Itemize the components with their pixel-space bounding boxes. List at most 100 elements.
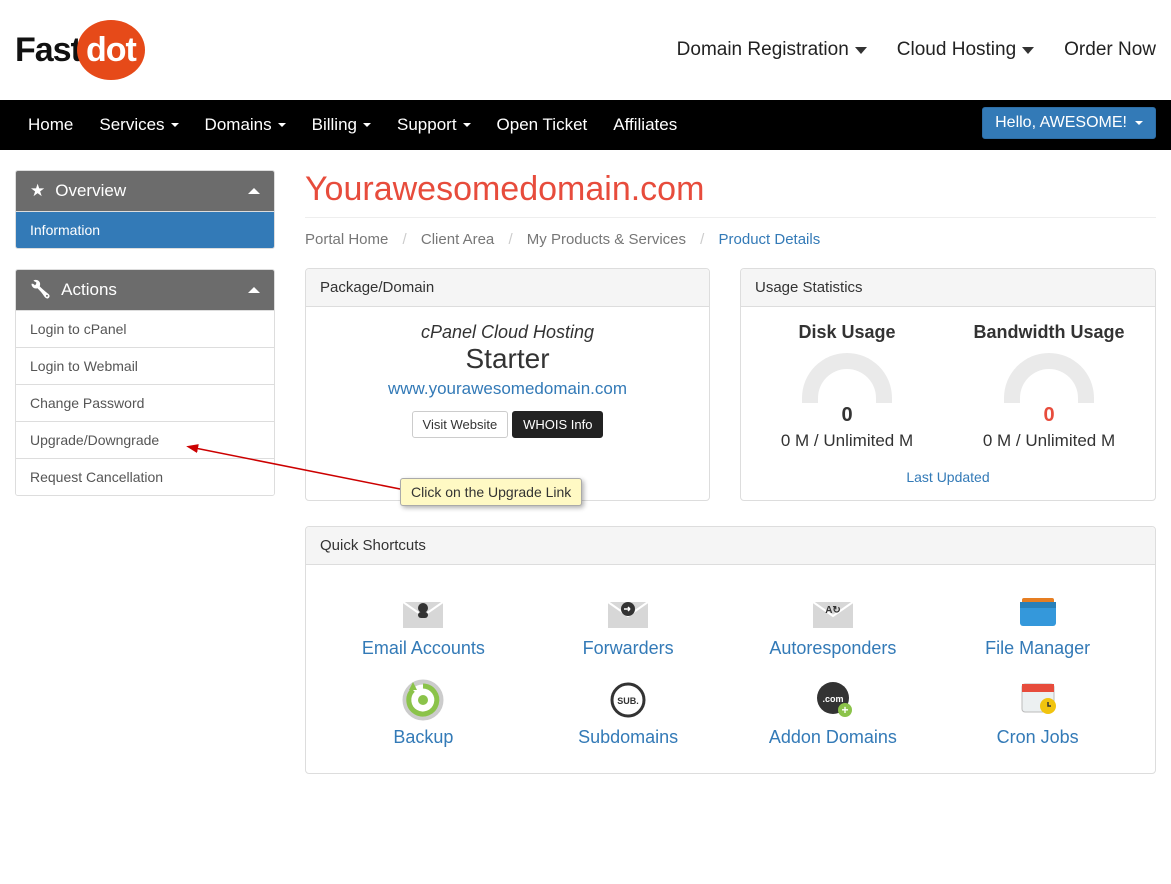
envelope-arrow-icon	[603, 590, 653, 632]
annotation-text: Click on the Upgrade Link	[411, 484, 571, 500]
actions-header[interactable]: Actions	[16, 270, 274, 310]
subdomain-icon: SUB.	[603, 679, 653, 721]
nav-billing[interactable]: Billing	[299, 100, 384, 150]
chevron-up-icon	[248, 188, 260, 194]
shortcuts-body: Email Accounts Forwarders A↻ Autorespond…	[306, 565, 1155, 773]
disk-gauge-icon: 0	[802, 353, 892, 403]
sidebar-item-change-password[interactable]: Change Password	[16, 384, 274, 421]
breadcrumb-portal-home[interactable]: Portal Home	[305, 231, 388, 248]
package-card-body: cPanel Cloud Hosting Starter www.yourawe…	[306, 307, 709, 453]
shortcut-label: Cron Jobs	[940, 727, 1135, 748]
user-greeting-label: Hello, AWESOME!	[995, 114, 1127, 132]
nav-billing-label: Billing	[312, 100, 357, 150]
nav-domains-label: Domains	[205, 100, 272, 150]
nav-domain-registration[interactable]: Domain Registration	[677, 39, 867, 61]
bandwidth-gauge-value: 0	[1020, 404, 1078, 427]
nav-open-ticket[interactable]: Open Ticket	[484, 100, 601, 150]
shortcut-label: Forwarders	[531, 638, 726, 659]
shortcut-forwarders[interactable]: Forwarders	[526, 580, 731, 669]
breadcrumb-separator: /	[508, 231, 512, 248]
package-name: Starter	[321, 343, 694, 375]
sidebar-item-upgrade-downgrade[interactable]: Upgrade/Downgrade	[16, 421, 274, 458]
shortcut-file-manager[interactable]: File Manager	[935, 580, 1140, 669]
usage-card-body: Disk Usage 0 0 M / Unlimited M Bandwidth…	[741, 307, 1155, 500]
main-navbar: Home Services Domains Billing Support Op…	[0, 100, 1171, 150]
logo-text-fast: Fast	[15, 31, 81, 70]
chevron-down-icon	[363, 123, 371, 127]
nav-cloud-hosting-label: Cloud Hosting	[897, 39, 1016, 61]
sidebar-item-request-cancellation[interactable]: Request Cancellation	[16, 458, 274, 495]
user-menu-button[interactable]: Hello, AWESOME!	[982, 107, 1156, 139]
svg-text:SUB.: SUB.	[617, 696, 639, 706]
sidebar-item-label: Login to cPanel	[30, 321, 127, 337]
sidebar-item-label: Request Cancellation	[30, 469, 163, 485]
top-nav: Domain Registration Cloud Hosting Order …	[677, 39, 1156, 61]
nav-support-label: Support	[397, 100, 457, 150]
shortcut-email-accounts[interactable]: Email Accounts	[321, 580, 526, 669]
chevron-down-icon	[1022, 47, 1034, 54]
shortcut-backup[interactable]: Backup	[321, 669, 526, 758]
disk-usage-text: 0 M / Unlimited M	[756, 431, 938, 451]
chevron-down-icon	[278, 123, 286, 127]
page-title: Yourawesomedomain.com	[305, 170, 1156, 218]
svg-text:.com: .com	[822, 694, 843, 704]
addon-domain-icon: .com+	[808, 679, 858, 721]
shortcut-label: Addon Domains	[736, 727, 931, 748]
shortcut-autoresponders[interactable]: A↻ Autoresponders	[731, 580, 936, 669]
chevron-down-icon	[463, 123, 471, 127]
content: Overview Information Actions Login to cP…	[0, 150, 1171, 794]
shortcuts-grid: Email Accounts Forwarders A↻ Autorespond…	[321, 580, 1140, 758]
shortcut-label: Subdomains	[531, 727, 726, 748]
sidebar-item-label: Change Password	[30, 395, 144, 411]
overview-panel: Overview Information	[15, 170, 275, 249]
last-updated-link[interactable]: Last Updated	[756, 469, 1140, 485]
disk-usage-col: Disk Usage 0 0 M / Unlimited M	[756, 322, 938, 451]
sidebar-item-login-webmail[interactable]: Login to Webmail	[16, 347, 274, 384]
bandwidth-usage-title: Bandwidth Usage	[958, 322, 1140, 343]
shortcut-label: Autoresponders	[736, 638, 931, 659]
wrench-icon	[30, 280, 51, 300]
backup-icon	[398, 679, 448, 721]
nav-cloud-hosting[interactable]: Cloud Hosting	[897, 39, 1034, 61]
actions-panel: Actions Login to cPanel Login to Webmail…	[15, 269, 275, 496]
shortcut-subdomains[interactable]: SUB. Subdomains	[526, 669, 731, 758]
nav-order-now[interactable]: Order Now	[1064, 39, 1156, 61]
breadcrumb-client-area[interactable]: Client Area	[421, 231, 494, 248]
breadcrumb-current: Product Details	[719, 231, 821, 248]
main-content: Yourawesomedomain.com Portal Home / Clie…	[305, 170, 1156, 774]
nav-affiliates-label: Affiliates	[613, 100, 677, 150]
breadcrumb-separator: /	[403, 231, 407, 248]
package-card-header: Package/Domain	[306, 269, 709, 307]
svg-text:A↻: A↻	[825, 605, 841, 616]
nav-domain-registration-label: Domain Registration	[677, 39, 849, 61]
disk-usage-title: Disk Usage	[756, 322, 938, 343]
shortcuts-header: Quick Shortcuts	[306, 527, 1155, 565]
sidebar-item-information[interactable]: Information	[16, 211, 274, 248]
shortcut-addon-domains[interactable]: .com+ Addon Domains	[731, 669, 936, 758]
nav-home-label: Home	[28, 100, 73, 150]
nav-order-now-label: Order Now	[1064, 39, 1156, 61]
usage-grid: Disk Usage 0 0 M / Unlimited M Bandwidth…	[756, 322, 1140, 451]
folder-icon	[1013, 590, 1063, 632]
breadcrumb-products[interactable]: My Products & Services	[527, 231, 686, 248]
visit-website-button[interactable]: Visit Website	[412, 411, 509, 438]
shortcut-label: Email Accounts	[326, 638, 521, 659]
logo[interactable]: Fast dot	[15, 20, 145, 80]
star-icon	[30, 181, 45, 201]
overview-header[interactable]: Overview	[16, 171, 274, 211]
nav-domains[interactable]: Domains	[192, 100, 299, 150]
whois-info-button[interactable]: WHOIS Info	[512, 411, 603, 438]
nav-home[interactable]: Home	[15, 100, 86, 150]
nav-affiliates[interactable]: Affiliates	[600, 100, 690, 150]
shortcut-cron-jobs[interactable]: Cron Jobs	[935, 669, 1140, 758]
breadcrumb-separator: /	[700, 231, 704, 248]
nav-support[interactable]: Support	[384, 100, 484, 150]
bandwidth-gauge-icon: 0	[1004, 353, 1094, 403]
sidebar-item-label: Upgrade/Downgrade	[30, 432, 159, 448]
envelope-person-icon	[398, 590, 448, 632]
sidebar-item-login-cpanel[interactable]: Login to cPanel	[16, 310, 274, 347]
usage-card-header: Usage Statistics	[741, 269, 1155, 307]
logo-text-dot: dot	[77, 20, 145, 80]
nav-services[interactable]: Services	[86, 100, 191, 150]
package-domain-link[interactable]: www.yourawesomedomain.com	[388, 379, 627, 399]
